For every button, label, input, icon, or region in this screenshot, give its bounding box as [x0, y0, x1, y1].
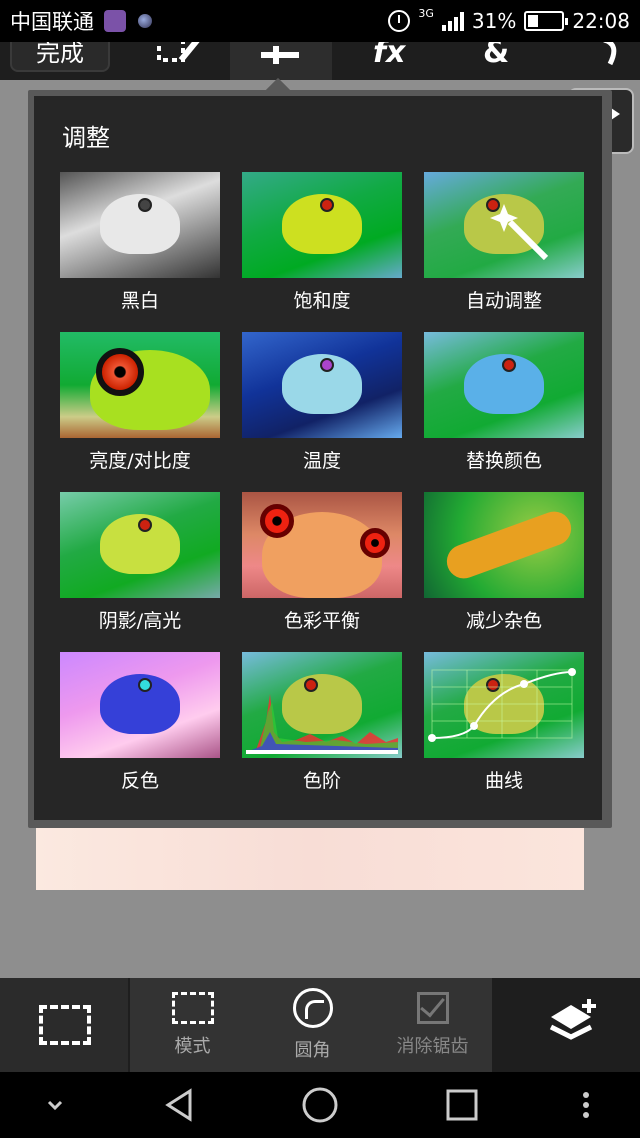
- round-corner-label: 圆角: [294, 1040, 331, 1061]
- recent-apps-icon[interactable]: [432, 1072, 492, 1138]
- adjust-item-label: 色彩平衡: [283, 610, 360, 632]
- carrier-name: 中国联通: [10, 10, 94, 34]
- selection-toolbar: 模式 圆角 消除锯齿: [0, 978, 640, 1072]
- frog-leg-image: [442, 506, 576, 584]
- status-bar: 中国联通 3G 31% 22:08: [0, 0, 640, 42]
- adjust-item-label: 亮度/对比度: [89, 450, 191, 472]
- adjust-item-color-balance[interactable]: 色彩平衡: [242, 492, 402, 632]
- thumbnail-shadow-highlight: [60, 492, 220, 598]
- adjust-item-shadow-highlight[interactable]: 阴影/高光: [60, 492, 220, 632]
- layers-button[interactable]: [510, 978, 640, 1072]
- home-icon[interactable]: [290, 1072, 350, 1138]
- mode-button[interactable]: 模式: [130, 978, 255, 1072]
- antialias-checkbox-icon: [416, 992, 449, 1024]
- thumbnail-reduce-noise: [424, 492, 584, 598]
- thumbnail-color-balance: [242, 492, 402, 598]
- svg-text:fx: fx: [373, 42, 407, 70]
- adjust-item-saturation[interactable]: 饱和度: [242, 172, 402, 312]
- battery-icon: [524, 11, 569, 31]
- canvas-image[interactable]: [36, 820, 584, 890]
- mode-label: 模式: [174, 1036, 211, 1057]
- clock: 22:08: [572, 9, 630, 33]
- adjust-item-label: 自动调整: [465, 290, 542, 312]
- alarm-icon: [388, 10, 411, 32]
- adjust-item-brightness-contrast[interactable]: 亮度/对比度: [60, 332, 220, 472]
- rect-select-button[interactable]: [0, 978, 130, 1072]
- thumbnail-curves: [424, 652, 584, 758]
- layers-add-icon: [549, 999, 596, 1040]
- undo-icon[interactable]: [585, 42, 635, 72]
- back-icon[interactable]: [150, 1072, 210, 1138]
- thumbnail-brightness-contrast: [60, 332, 220, 438]
- popup-title: 调整: [62, 124, 110, 152]
- network-type: 3G: [418, 6, 434, 20]
- antialias-label: 消除锯齿: [396, 1036, 469, 1057]
- thumbnail-auto-adjust: [424, 172, 584, 278]
- adjust-item-label: 黑白: [120, 290, 159, 312]
- thumbnail-black-white: [60, 172, 220, 278]
- antialias-button[interactable]: 消除锯齿: [370, 978, 495, 1072]
- thumbnail-saturation: [242, 172, 402, 278]
- adjust-item-temperature[interactable]: 温度: [242, 332, 402, 472]
- adjust-item-label: 替换颜色: [465, 450, 542, 472]
- adjust-item-invert[interactable]: 反色: [60, 652, 220, 792]
- adjust-item-label: 曲线: [484, 770, 523, 792]
- adjust-item-reduce-noise[interactable]: 减少杂色: [424, 492, 584, 632]
- curve-graph-icon: [428, 668, 576, 742]
- adjust-icon[interactable]: [250, 42, 310, 72]
- thumbnail-replace-color: [424, 332, 584, 438]
- blend-icon[interactable]: &: [470, 42, 530, 72]
- system-nav-bar: [0, 1072, 640, 1138]
- gallery-notification-icon: [104, 10, 126, 32]
- round-corner-button[interactable]: 圆角: [255, 978, 370, 1072]
- adjust-item-label: 色阶: [302, 770, 341, 792]
- app-notification-icon: [138, 14, 152, 28]
- adjust-item-auto-adjust[interactable]: 自动调整: [424, 172, 584, 312]
- battery-percent: 31%: [471, 9, 517, 33]
- collapse-icon[interactable]: [30, 1072, 80, 1138]
- thumbnail-levels: [242, 652, 402, 758]
- magic-wand-icon: [490, 204, 549, 260]
- adjust-item-label: 反色: [120, 770, 159, 792]
- thumbnail-temperature: [242, 332, 402, 438]
- top-toolbar: 完成 fx &: [0, 42, 640, 80]
- mode-icon: [171, 992, 214, 1024]
- svg-text:&: &: [483, 42, 509, 70]
- adjust-item-label: 温度: [302, 450, 341, 472]
- adjust-popup: 调整 黑白 饱和度 自动调整 亮度/对比度 温度 替换颜色 阴影/高光 色彩平衡…: [28, 90, 612, 828]
- adjust-item-replace-color[interactable]: 替换颜色: [424, 332, 584, 472]
- adjust-item-black-white[interactable]: 黑白: [60, 172, 220, 312]
- histogram-icon: [246, 694, 398, 754]
- round-corner-icon: [292, 988, 333, 1028]
- more-options-icon[interactable]: [566, 1072, 606, 1138]
- adjust-item-curves[interactable]: 曲线: [424, 652, 584, 792]
- adjust-item-label: 阴影/高光: [98, 610, 182, 632]
- thumbnail-invert: [60, 652, 220, 758]
- adjust-item-label: 减少杂色: [465, 610, 542, 632]
- adjust-item-levels[interactable]: 色阶: [242, 652, 402, 792]
- done-button[interactable]: 完成: [10, 42, 110, 72]
- adjust-item-label: 饱和度: [293, 290, 351, 312]
- rect-select-icon: [39, 1005, 91, 1045]
- effects-icon[interactable]: fx: [360, 42, 420, 72]
- signal-icon: [441, 11, 464, 31]
- edit-selection-icon[interactable]: [150, 42, 210, 72]
